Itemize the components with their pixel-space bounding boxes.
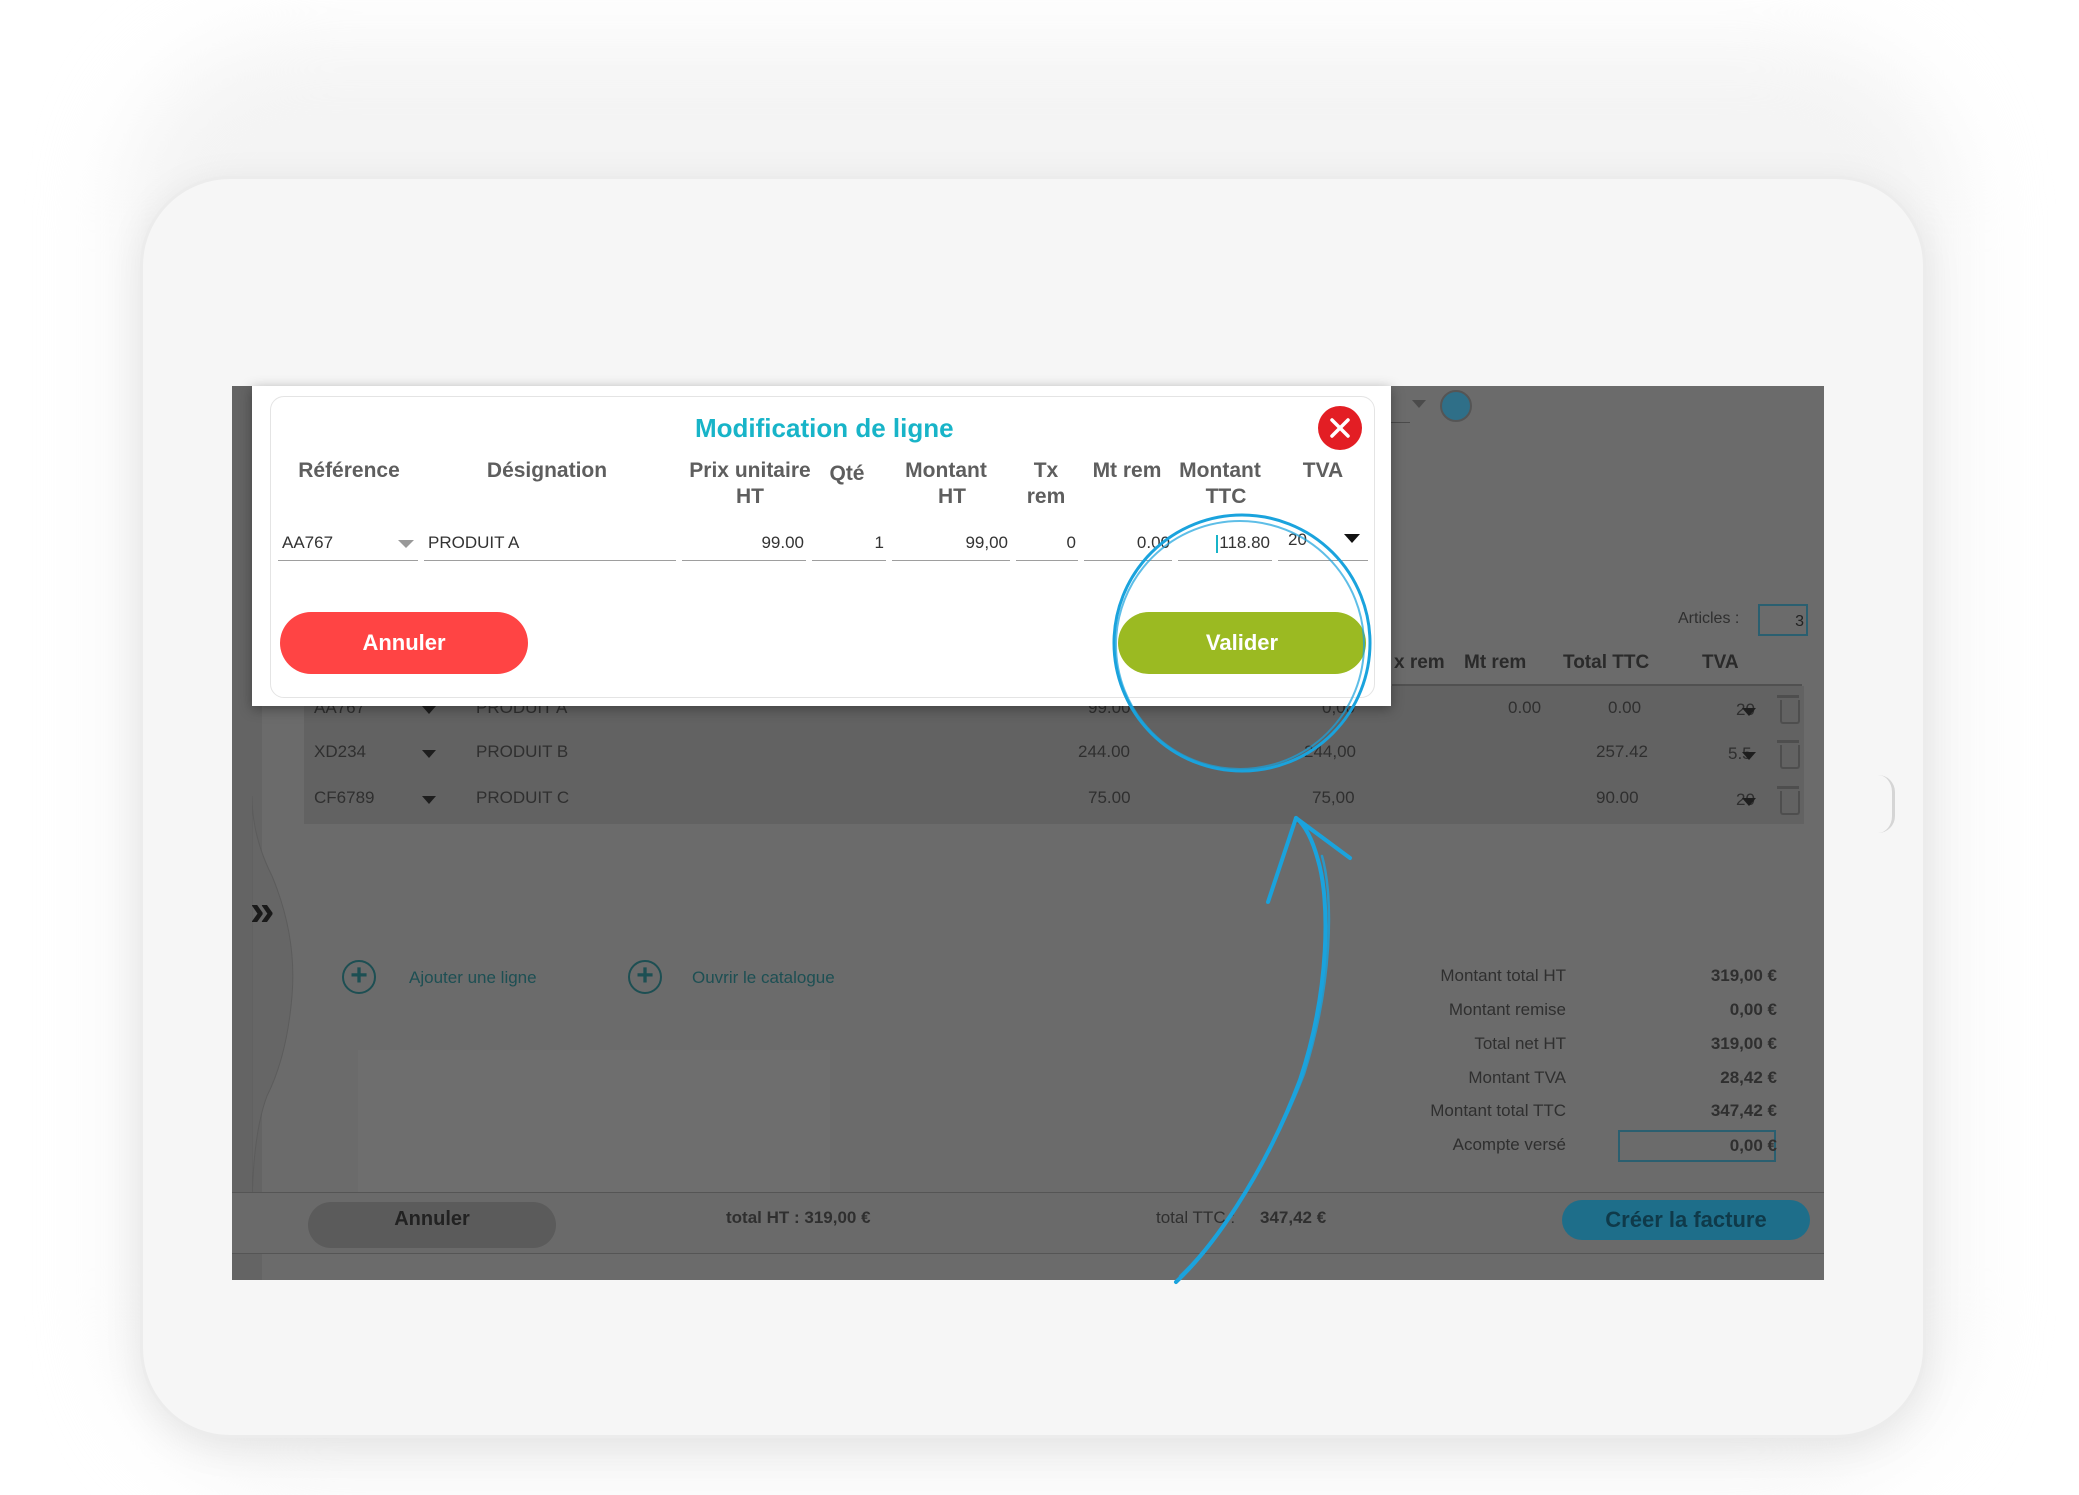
annotation-overlay bbox=[1112, 513, 1372, 1284]
highlight-circle bbox=[1112, 513, 1372, 773]
annotation-arrow bbox=[1174, 816, 1352, 1284]
